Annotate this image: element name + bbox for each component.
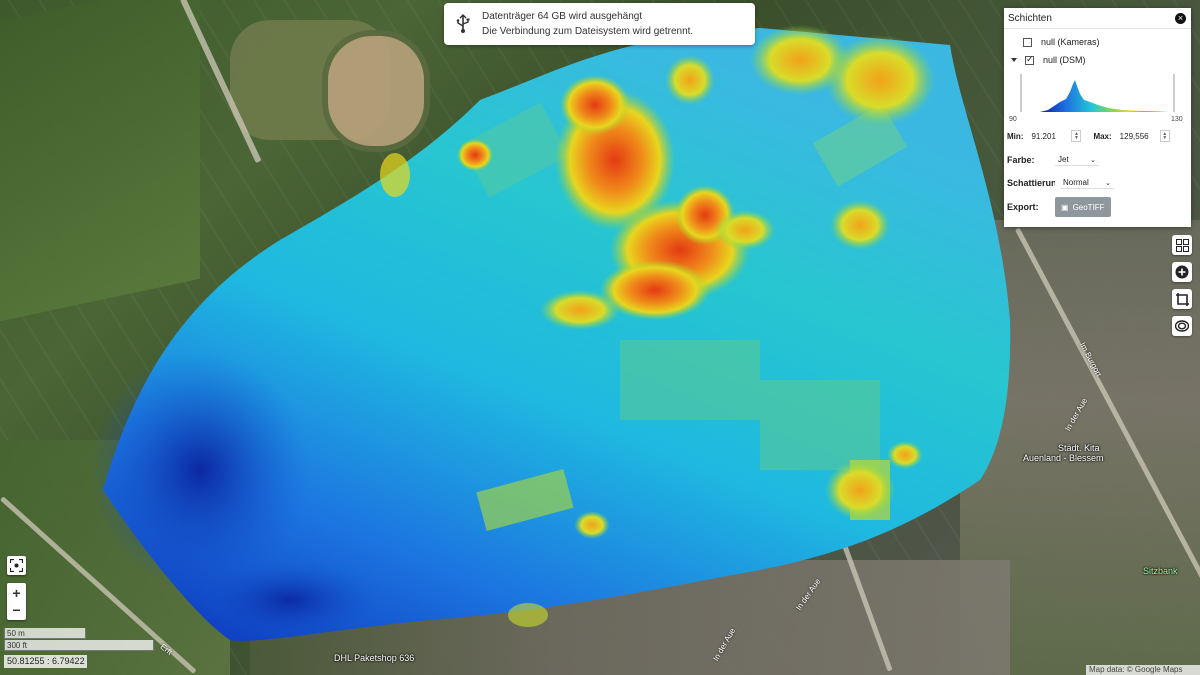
- coordinates-readout: 50.81255 : 6.79422: [4, 655, 87, 668]
- export-row: Export: ▣ GeoTIFF: [1007, 197, 1111, 217]
- min-input[interactable]: 91.201: [1031, 132, 1067, 141]
- dhl-label[interactable]: DHL Paketshop 636: [334, 653, 414, 663]
- image-icon: ▣: [1061, 202, 1069, 212]
- add-button[interactable]: [1172, 262, 1192, 282]
- grid-view-button[interactable]: [1172, 235, 1192, 255]
- usb-icon: [452, 13, 474, 35]
- scale-bar-metric: 50 m: [4, 628, 86, 639]
- zoom-control: + −: [7, 583, 26, 620]
- layers-panel: Schichten × null (Kameras) null (DSM) 90: [1004, 8, 1191, 227]
- min-stepper[interactable]: ▲ ▼: [1071, 130, 1082, 142]
- layer-label-cameras: null (Kameras): [1041, 37, 1100, 47]
- focus-icon: [10, 559, 23, 572]
- eye-icon: [1175, 320, 1189, 332]
- scale-bar-imperial: 300 ft: [4, 640, 154, 651]
- histogram-min-label: 90: [1009, 116, 1017, 123]
- fit-extent-button[interactable]: [7, 556, 26, 575]
- elevation-histogram[interactable]: [1018, 74, 1178, 120]
- min-max-row: Min: 91.201 ▲ ▼ Max: 129,556 ▲ ▼: [1007, 130, 1187, 142]
- crop-icon: [1175, 292, 1189, 306]
- layer-checkbox-dsm[interactable]: [1025, 54, 1034, 65]
- color-row: Farbe: Jet ⌄: [1007, 154, 1099, 166]
- view-button[interactable]: [1172, 316, 1192, 336]
- notification-message: Die Verbindung zum Dateisystem wird getr…: [482, 26, 694, 37]
- chevron-down-icon: ⌄: [1105, 179, 1111, 187]
- export-label: Export:: [1007, 202, 1039, 212]
- geotiff-export-button[interactable]: ▣ GeoTIFF: [1055, 197, 1111, 217]
- shading-select[interactable]: Normal ⌄: [1060, 177, 1114, 189]
- max-stepper[interactable]: ▲ ▼: [1159, 130, 1170, 142]
- color-select-value: Jet: [1058, 155, 1069, 164]
- panel-title: Schichten: [1008, 12, 1052, 24]
- layer-label-dsm: null (DSM): [1043, 55, 1086, 65]
- expand-caret-icon[interactable]: [1011, 58, 1017, 62]
- min-label: Min:: [1007, 131, 1024, 141]
- kita-label[interactable]: Städt. Kita: [1058, 443, 1100, 453]
- close-icon[interactable]: ×: [1175, 12, 1186, 24]
- sitzbank-label[interactable]: Sitzbank: [1143, 566, 1178, 576]
- notification-title: Datenträger 64 GB wird ausgehängt: [482, 11, 643, 22]
- crop-button[interactable]: [1172, 289, 1192, 309]
- shading-row: Schattierung: Normal ⌄: [1007, 177, 1114, 189]
- scale-imperial-label: 300 ft: [7, 641, 28, 650]
- histogram-max-label: 130: [1171, 116, 1183, 123]
- layer-row-cameras[interactable]: null (Kameras): [1023, 34, 1100, 50]
- shading-select-value: Normal: [1063, 178, 1089, 187]
- zoom-in-button[interactable]: +: [12, 584, 20, 602]
- max-label: Max:: [1093, 131, 1112, 141]
- grid-icon: [1175, 238, 1189, 252]
- color-label: Farbe:: [1007, 155, 1035, 165]
- zoom-out-button[interactable]: −: [12, 602, 20, 620]
- kita-label-2[interactable]: Auenland - Blessem: [1023, 453, 1104, 463]
- usb-unmount-notification[interactable]: Datenträger 64 GB wird ausgehängt Die Ve…: [444, 3, 755, 45]
- chevron-down-icon: ⌄: [1090, 156, 1096, 164]
- scale-metric-label: 50 m: [7, 629, 25, 638]
- shading-label: Schattierung:: [1007, 178, 1055, 188]
- map-attribution: Map data: © Google Maps: [1086, 665, 1200, 675]
- max-input[interactable]: 129,556: [1120, 132, 1156, 141]
- color-select[interactable]: Jet ⌄: [1055, 154, 1099, 166]
- geotiff-button-label: GeoTIFF: [1072, 202, 1105, 212]
- plus-circle-icon: [1175, 265, 1189, 279]
- layer-checkbox-cameras[interactable]: [1023, 37, 1032, 47]
- layer-row-dsm[interactable]: null (DSM): [1011, 52, 1086, 68]
